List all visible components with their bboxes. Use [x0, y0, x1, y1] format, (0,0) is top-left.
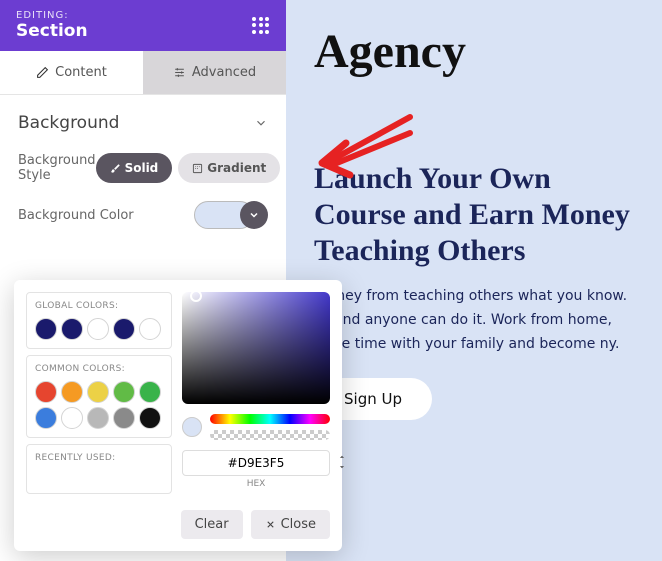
common-color-swatch[interactable]	[35, 381, 57, 403]
stepper-down-icon[interactable]	[337, 462, 347, 472]
hero-body: money from teaching others what you know…	[314, 285, 634, 356]
gradient-icon	[192, 163, 203, 174]
bg-style-label: Background Style	[18, 153, 96, 183]
editing-label: EDITING:	[16, 10, 88, 21]
sliders-icon	[173, 66, 186, 79]
recent-colors-label: RECENTLY USED:	[35, 453, 163, 463]
swatch-expand-button[interactable]	[240, 201, 268, 229]
common-color-swatch[interactable]	[35, 407, 57, 429]
logo: Agency	[314, 24, 634, 79]
global-color-swatch[interactable]	[113, 318, 135, 340]
global-colors-row	[35, 318, 163, 340]
menu-grid-icon[interactable]	[252, 17, 270, 35]
alpha-slider[interactable]	[210, 430, 330, 440]
global-colors-label: GLOBAL COLORS:	[35, 301, 163, 311]
close-label: Close	[281, 517, 316, 532]
tab-content[interactable]: Content	[0, 51, 143, 94]
color-picker: GLOBAL COLORS: COMMON COLORS: RECENTLY U…	[14, 280, 342, 551]
pencil-icon	[36, 66, 49, 79]
hex-input[interactable]	[182, 450, 330, 476]
chevron-down-icon	[248, 209, 260, 221]
tab-advanced-label: Advanced	[192, 65, 256, 80]
background-accordion[interactable]: Background	[18, 113, 268, 133]
global-color-swatch[interactable]	[61, 318, 83, 340]
page-preview: Agency Launch Your Own Course and Earn M…	[286, 0, 662, 561]
stepper-up-icon[interactable]	[337, 452, 347, 462]
global-colors-group: GLOBAL COLORS:	[26, 292, 172, 349]
common-colors-label: COMMON COLORS:	[35, 364, 163, 374]
recent-colors-group: RECENTLY USED:	[26, 444, 172, 494]
common-color-swatch[interactable]	[113, 407, 135, 429]
common-color-swatch[interactable]	[61, 381, 83, 403]
sidebar-header: EDITING: Section	[0, 0, 286, 51]
tab-advanced[interactable]: Advanced	[143, 51, 286, 94]
solid-button[interactable]: Solid	[96, 153, 173, 183]
solid-label: Solid	[125, 161, 159, 175]
common-color-swatch[interactable]	[87, 381, 109, 403]
global-color-swatch[interactable]	[35, 318, 57, 340]
close-icon	[265, 519, 276, 530]
hue-slider[interactable]	[210, 414, 330, 424]
common-color-swatch[interactable]	[139, 381, 161, 403]
global-color-swatch[interactable]	[139, 318, 161, 340]
current-color-dot	[182, 417, 202, 437]
hex-label: HEX	[247, 479, 266, 489]
common-colors-row	[35, 381, 163, 429]
clear-button[interactable]: Clear	[181, 510, 243, 539]
gradient-label: Gradient	[207, 161, 266, 175]
clear-label: Clear	[195, 517, 229, 532]
brush-icon	[110, 163, 121, 174]
background-title: Background	[18, 113, 119, 133]
global-color-swatch[interactable]	[87, 318, 109, 340]
saturation-picker[interactable]	[182, 292, 330, 404]
tab-content-label: Content	[55, 65, 107, 80]
element-title: Section	[16, 21, 88, 41]
saturation-thumb[interactable]	[190, 290, 202, 302]
common-color-swatch[interactable]	[87, 407, 109, 429]
tabs: Content Advanced	[0, 51, 286, 95]
common-color-swatch[interactable]	[61, 407, 83, 429]
close-button[interactable]: Close	[251, 510, 330, 539]
chevron-down-icon	[254, 116, 268, 130]
common-color-swatch[interactable]	[139, 407, 161, 429]
hero-heading: Launch Your Own Course and Earn Money Te…	[314, 161, 634, 269]
common-color-swatch[interactable]	[113, 381, 135, 403]
gradient-button[interactable]: Gradient	[178, 153, 280, 183]
bg-color-label: Background Color	[18, 208, 134, 223]
common-colors-group: COMMON COLORS:	[26, 355, 172, 438]
